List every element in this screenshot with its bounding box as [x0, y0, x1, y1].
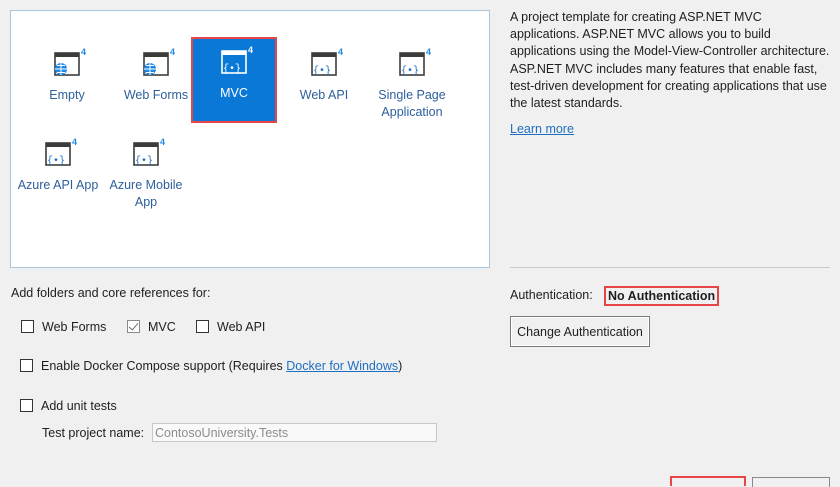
template-label: Empty [49, 88, 85, 102]
docker-checkbox-label: Enable Docker Compose support (Requires [41, 359, 283, 373]
template-web-forms[interactable]: 4 Web Forms [113, 39, 199, 125]
svg-text:4: 4 [426, 47, 431, 57]
divider [510, 267, 830, 268]
svg-text:4: 4 [338, 47, 343, 57]
template-label: Web Forms [123, 88, 189, 102]
template-azure-mobile-app[interactable]: {•} 4 Azure Mobile App [103, 129, 189, 215]
svg-text:4: 4 [81, 47, 86, 57]
code-brackets-icon: {•} 4 [45, 137, 77, 167]
test-project-name-input[interactable] [152, 423, 437, 442]
web-api-checkbox-label: Web API [217, 320, 266, 334]
docker-for-windows-link[interactable]: Docker for Windows [286, 359, 398, 373]
docker-checkbox-row[interactable]: Enable Docker Compose support (Requires … [20, 358, 402, 374]
docker-suffix: ) [398, 359, 403, 373]
web-forms-checkbox-row[interactable]: Web Forms [21, 319, 106, 335]
template-label: Azure API App [17, 178, 99, 192]
template-web-api[interactable]: {•} 4 Web API [281, 39, 367, 125]
web-api-checkbox-row[interactable]: Web API [196, 319, 265, 335]
mvc-checkbox-row[interactable]: MVC [127, 319, 176, 335]
template-single-page-app[interactable]: {•} 4 Single Page Application [369, 39, 455, 125]
web-globe-icon: 4 [54, 47, 86, 76]
code-brackets-icon: {•} 4 [221, 45, 253, 75]
svg-text:4: 4 [248, 45, 253, 55]
code-brackets-icon: {•} 4 [311, 47, 343, 77]
cancel-button[interactable] [752, 477, 830, 487]
template-label: MVC [220, 86, 248, 100]
unit-tests-checkbox[interactable] [20, 399, 33, 413]
svg-text:{•}: {•} [223, 63, 241, 75]
references-label: Add folders and core references for: [11, 286, 211, 300]
web-globe-icon: 4 [143, 47, 175, 76]
mvc-checkbox-label: MVC [148, 320, 176, 334]
template-label: Azure Mobile App [109, 178, 183, 209]
template-list: 4 Empty 4 Web Forms {•} 4 MVC {•} 4 Web … [10, 10, 490, 268]
unit-tests-checkbox-row[interactable]: Add unit tests [20, 398, 117, 414]
template-description: A project template for creating ASP.NET … [510, 10, 830, 111]
svg-text:{•}: {•} [135, 155, 153, 167]
svg-text:{•}: {•} [47, 155, 65, 167]
code-brackets-icon: {•} 4 [399, 47, 431, 77]
template-label: Single Page Application [378, 88, 446, 119]
template-label: Web API [299, 88, 349, 102]
code-brackets-icon: {•} 4 [133, 137, 165, 167]
mvc-checkbox[interactable] [127, 320, 140, 334]
change-authentication-button[interactable]: Change Authentication [510, 316, 650, 347]
svg-text:4: 4 [160, 137, 165, 147]
test-project-name-label: Test project name: [42, 426, 145, 440]
authentication-label: Authentication: [510, 288, 593, 302]
svg-text:{•}: {•} [401, 65, 419, 77]
learn-more-link[interactable]: Learn more [510, 122, 574, 136]
authentication-value: No Authentication [604, 286, 720, 306]
svg-text:{•}: {•} [313, 65, 331, 77]
template-azure-api-app[interactable]: {•} 4 Azure API App [15, 129, 101, 215]
svg-text:4: 4 [170, 47, 175, 57]
web-api-checkbox[interactable] [196, 320, 209, 334]
template-empty[interactable]: 4 Empty [24, 39, 110, 125]
ok-button[interactable] [670, 476, 746, 486]
change-authentication-label: Change Authentication [517, 325, 643, 339]
template-mvc[interactable]: {•} 4 MVC [191, 37, 277, 123]
docker-checkbox[interactable] [20, 359, 33, 373]
svg-text:4: 4 [72, 137, 77, 147]
web-forms-checkbox[interactable] [21, 320, 34, 334]
web-forms-checkbox-label: Web Forms [42, 320, 107, 334]
unit-tests-checkbox-label: Add unit tests [41, 399, 117, 413]
